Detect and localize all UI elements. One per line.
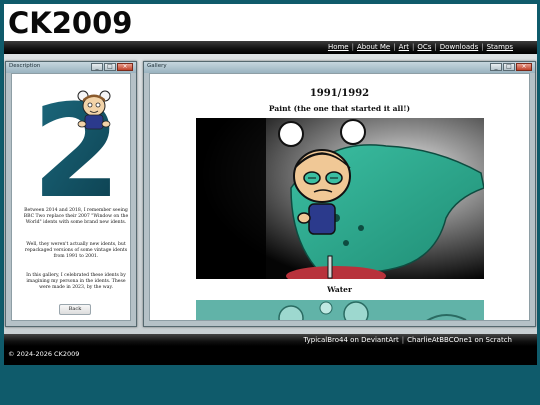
gallery-caption-water: Water [327, 285, 352, 294]
minimize-button[interactable]: _ [91, 63, 103, 71]
nav-link-stamps[interactable]: Stamps [487, 43, 513, 51]
maximize-button[interactable]: □ [503, 63, 515, 71]
paint-ident-image[interactable] [196, 118, 484, 279]
nav-link-ocs[interactable]: OCs [417, 43, 431, 51]
description-window: Description _ □ × 2 Between 2014 and 201… [5, 61, 137, 327]
description-window-titlebar[interactable]: Description _ □ × [6, 62, 136, 73]
gallery-window: Gallery _ □ × 1991/1992 Paint (the one t… [143, 61, 536, 327]
nav-links: Home | About Me | Art | OCs | Downloads | Stamps [328, 42, 513, 52]
nav-separator: | [393, 43, 396, 51]
nav-link-home[interactable]: Home [328, 43, 349, 51]
minimize-button[interactable]: _ [490, 63, 502, 71]
gallery-window-body[interactable]: 1991/1992 Paint (the one that started it… [149, 73, 530, 321]
site-logo[interactable]: CK2009 [8, 5, 132, 41]
site-footer: © 2024-2026 CK2009 [4, 346, 537, 365]
description-paragraph-2: Well, they weren't actually new idents, … [24, 242, 128, 259]
social-bar: TypicalBro44 on DeviantArt | CharlieAtBBCO… [4, 334, 537, 346]
scratch-link[interactable]: CharlieAtBBCOne1 on Scratch [407, 336, 512, 344]
nav-bar: Home | About Me | Art | OCs | Downloads | Stamps [4, 41, 537, 54]
deviantart-link[interactable]: TypicalBro44 on DeviantArt [303, 336, 398, 344]
nav-link-downloads[interactable]: Downloads [440, 43, 478, 51]
gallery-scroll-area[interactable]: 1991/1992 Paint (the one that started it… [150, 74, 529, 320]
window-title: Description [9, 63, 41, 69]
gallery-window-titlebar[interactable]: Gallery _ □ × [144, 62, 535, 73]
description-paragraph-1: Between 2014 and 2018, I remember seeing… [23, 208, 129, 225]
gallery-caption-paint: Paint (the one that started it all!) [268, 104, 411, 113]
social-separator: | [401, 336, 405, 344]
description-window-body: 2 Between 2014 and 2018, I remember seei… [11, 73, 131, 321]
maximize-button[interactable]: □ [104, 63, 116, 71]
window-controls: _ □ × [90, 63, 133, 71]
back-button[interactable]: Back [59, 304, 91, 315]
nav-separator: | [412, 43, 415, 51]
site-header: CK2009 [4, 4, 537, 41]
water-ident-image[interactable] [196, 300, 484, 321]
close-button[interactable]: × [516, 63, 532, 71]
close-button[interactable]: × [117, 63, 133, 71]
nav-separator: | [434, 43, 437, 51]
window-title: Gallery [147, 63, 167, 69]
description-paragraph-3: In this gallery, I celebrated these iden… [26, 273, 126, 290]
gallery-heading: 1991/1992 [309, 88, 370, 99]
nav-separator: | [481, 43, 484, 51]
bbc-two-mascot-image: 2 [32, 88, 114, 198]
nav-link-about-me[interactable]: About Me [357, 43, 390, 51]
nav-separator: | [351, 43, 354, 51]
nav-link-art[interactable]: Art [399, 43, 409, 51]
copyright-text: © 2024-2026 CK2009 [8, 350, 80, 358]
social-links: TypicalBro44 on DeviantArt | CharlieAtBBCO… [303, 335, 512, 345]
window-controls: _ □ × [489, 63, 532, 71]
